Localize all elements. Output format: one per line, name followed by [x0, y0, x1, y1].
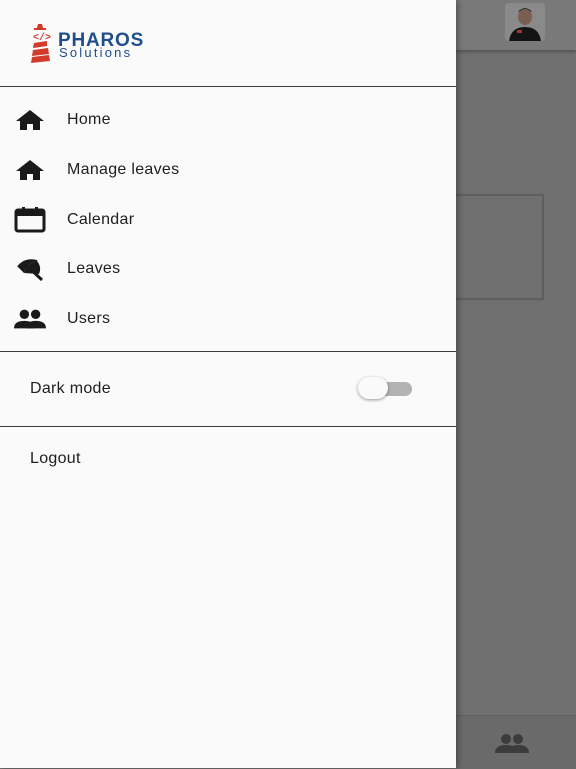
nav-item-label: Home [67, 111, 111, 128]
nav-item-manage-leaves[interactable]: Manage leaves [0, 146, 456, 194]
nav-item-label: Leaves [67, 260, 121, 277]
divider [0, 426, 456, 427]
lighthouse-logo-icon: </> [28, 24, 56, 64]
navigation-drawer: </> PHAROS Solutions Home Manage leaves [0, 0, 456, 768]
nav-item-label: Manage leaves [67, 161, 180, 178]
nav-item-users[interactable]: Users [0, 295, 456, 343]
people-icon[interactable] [494, 733, 530, 755]
nav-item-calendar[interactable]: Calendar [0, 196, 456, 244]
nav-item-leaves[interactable]: Leaves [0, 245, 456, 293]
people-icon [14, 305, 46, 333]
brand-header: </> PHAROS Solutions [0, 0, 456, 86]
beach-umbrella-icon [14, 255, 46, 283]
toggle-thumb[interactable] [358, 377, 388, 399]
calendar-icon [14, 206, 46, 234]
logout-label: Logout [30, 450, 81, 467]
divider [0, 351, 456, 352]
nav-item-label: Calendar [67, 211, 135, 228]
logout-button[interactable]: Logout [0, 436, 456, 484]
dark-mode-label: Dark mode [30, 380, 111, 397]
nav-item-label: Users [67, 310, 111, 327]
home-icon [14, 106, 46, 134]
brand-subtitle: Solutions [59, 45, 133, 60]
nav-item-home[interactable]: Home [0, 96, 456, 144]
avatar[interactable] [505, 3, 545, 41]
divider [0, 86, 456, 87]
background-card [456, 194, 544, 300]
home-icon [14, 156, 46, 184]
